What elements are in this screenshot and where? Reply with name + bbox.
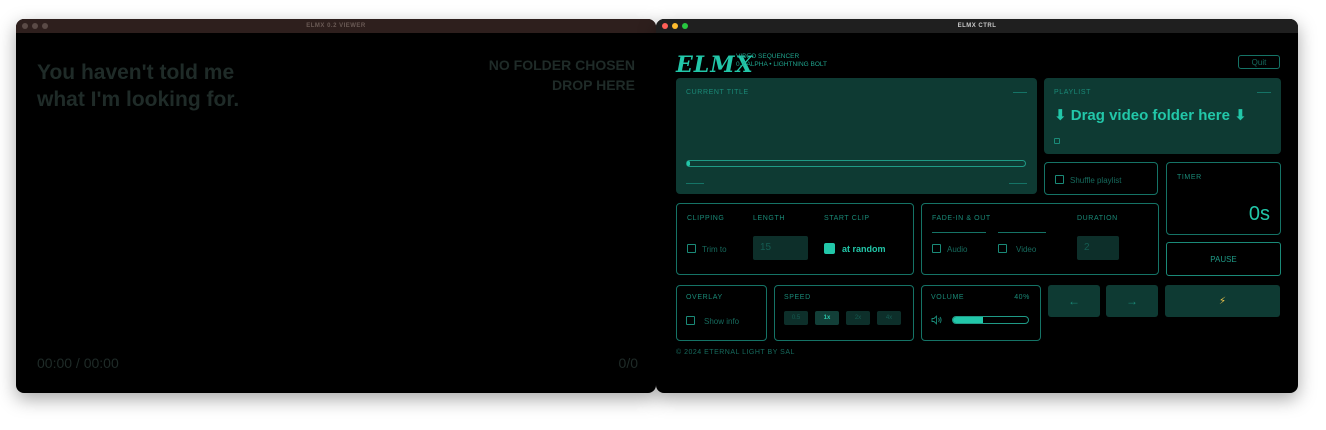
video-label: Video <box>1016 245 1037 254</box>
at-random-label: at random <box>842 244 886 254</box>
length-input[interactable]: 15 <box>753 236 808 260</box>
ctrl-titlebar[interactable]: ELMX CTRL <box>656 19 1298 33</box>
viewer-window: ELMX 0.2 VIEWER You haven't told me what… <box>16 19 656 393</box>
speed-1x-button[interactable]: 1x <box>815 311 839 325</box>
current-title-panel: CURRENT TITLE <box>676 78 1037 194</box>
volume-label: VOLUME <box>931 294 965 301</box>
progress-fill <box>687 161 691 166</box>
playlist-status-icon <box>1054 138 1060 144</box>
shuffle-label: Shuffle playlist <box>1070 176 1122 185</box>
speed-2x-button[interactable]: 2x <box>846 311 870 325</box>
timer-value: 0s <box>1248 203 1270 225</box>
show-info-checkbox[interactable] <box>686 316 695 325</box>
volume-fill <box>953 317 983 323</box>
folder-status: NO FOLDER CHOSEN <box>488 57 635 73</box>
right-rule <box>1009 183 1027 184</box>
speed-4x-button[interactable]: 4x <box>877 311 901 325</box>
prev-button[interactable]: ← <box>1048 285 1100 317</box>
footer-credit: © 2024 ETERNAL LIGHT BY SAL <box>676 349 795 356</box>
duration-value: 2 <box>1084 242 1090 253</box>
close-window-button[interactable] <box>22 23 28 29</box>
clipping-label: CLIPPING <box>687 215 725 222</box>
viewer-title: ELMX 0.2 VIEWER <box>306 23 366 29</box>
volume-slider[interactable] <box>952 316 1029 324</box>
start-clip-label: START CLIP <box>824 215 870 222</box>
viewer-titlebar[interactable]: ELMX 0.2 VIEWER <box>16 19 656 33</box>
trim-label: Trim to <box>702 245 727 254</box>
lightning-bolt-icon: ⚡ <box>1218 295 1227 307</box>
at-random-checkbox[interactable] <box>824 243 835 254</box>
fade-label: FADE-IN & OUT <box>932 215 991 222</box>
drag-folder-hint: ⬇ Drag video folder here ⬇ <box>1054 107 1247 124</box>
quit-button[interactable]: Quit <box>1238 55 1280 69</box>
timecode: 00:00 / 00:00 <box>37 355 119 371</box>
duration-input[interactable]: 2 <box>1077 236 1119 260</box>
clip-counter: 0/0 <box>618 355 638 371</box>
drop-zone[interactable]: NO FOLDER CHOSEN DROP HERE <box>489 55 635 95</box>
trim-checkbox[interactable] <box>687 244 696 253</box>
empty-message: You haven't told me what I'm looking for… <box>37 61 240 111</box>
playlist-panel[interactable]: PLAYLIST ⬇ Drag video folder here ⬇ <box>1044 78 1281 154</box>
shuffle-checkbox[interactable] <box>1055 175 1064 184</box>
video-rule <box>998 232 1046 233</box>
minimize-window-button[interactable] <box>672 23 678 29</box>
left-rule <box>686 183 704 184</box>
speed-0.5-button[interactable]: 0.5 <box>784 311 808 325</box>
audio-label: Audio <box>947 245 968 254</box>
playlist-label: PLAYLIST <box>1054 89 1091 96</box>
timer-panel: TIMER 0s <box>1166 162 1281 235</box>
ctrl-title: ELMX CTRL <box>957 23 997 29</box>
show-info-label: Show info <box>704 317 740 326</box>
overlay-panel: OVERLAY Show info <box>676 285 767 341</box>
volume-panel: VOLUME 40% <box>921 285 1041 341</box>
minimize-window-button[interactable] <box>32 23 38 29</box>
speed-panel: SPEED 0.5 1x 2x 4x <box>774 285 914 341</box>
current-title-label: CURRENT TITLE <box>686 89 749 96</box>
timer-label: TIMER <box>1177 174 1202 181</box>
volume-value: 40% <box>1014 294 1030 301</box>
drop-hint: DROP HERE <box>552 77 635 93</box>
length-value: 15 <box>760 242 772 253</box>
close-window-button[interactable] <box>662 23 668 29</box>
audio-checkbox[interactable] <box>932 244 941 253</box>
overlay-label: OVERLAY <box>686 294 723 301</box>
duration-label: DURATION <box>1077 215 1118 222</box>
shuffle-panel[interactable]: Shuffle playlist <box>1044 162 1158 195</box>
zoom-window-button[interactable] <box>682 23 688 29</box>
bolt-button[interactable]: ⚡ <box>1165 285 1280 317</box>
title-rule <box>1013 92 1027 93</box>
ctrl-window: ELMX CTRL ELMX VIDEO SEQUENCER 0.2 ALPHA… <box>656 19 1298 393</box>
length-label: LENGTH <box>753 215 785 222</box>
progress-bar[interactable] <box>686 160 1026 167</box>
pause-button[interactable]: PAUSE <box>1166 242 1281 276</box>
clipping-panel: CLIPPING LENGTH START CLIP Trim to 15 at… <box>676 203 914 275</box>
video-checkbox[interactable] <box>998 244 1007 253</box>
zoom-window-button[interactable] <box>42 23 48 29</box>
next-button[interactable]: → <box>1106 285 1158 317</box>
playlist-rule <box>1257 92 1271 93</box>
audio-rule <box>932 232 986 233</box>
speaker-icon[interactable] <box>931 315 943 325</box>
speed-label: SPEED <box>784 294 811 301</box>
fade-panel: FADE-IN & OUT DURATION Audio Video 2 <box>921 203 1159 275</box>
app-subtitle: VIDEO SEQUENCER 0.2 ALPHA • LIGHTNING BO… <box>736 53 828 68</box>
